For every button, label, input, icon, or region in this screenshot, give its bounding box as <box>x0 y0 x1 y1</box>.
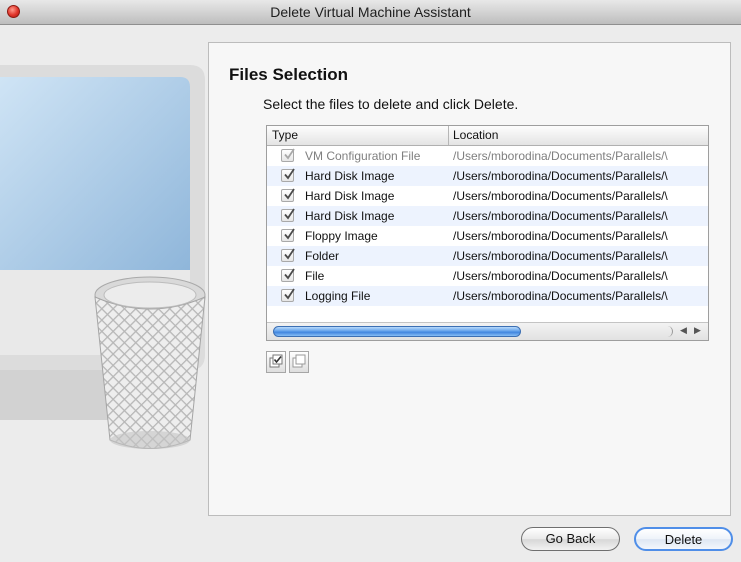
scrollbar-track-end <box>662 326 673 337</box>
row-checkbox <box>281 148 295 162</box>
cell-type: Hard Disk Image <box>305 169 395 183</box>
table-header: Type Location <box>267 126 708 146</box>
checkmark-icon <box>284 288 295 300</box>
title-bar[interactable]: Delete Virtual Machine Assistant <box>0 0 741 25</box>
cell-type: Logging File <box>305 289 371 303</box>
row-checkbox[interactable] <box>281 188 295 202</box>
cell-type: Folder <box>305 249 340 263</box>
cell-type: File <box>305 269 325 283</box>
deselect-all-icon <box>292 354 306 368</box>
checkmark-icon <box>284 248 295 260</box>
checkmark-icon <box>284 188 295 200</box>
row-checkbox[interactable] <box>281 208 295 222</box>
scroll-left-arrow-icon[interactable]: ◀ <box>680 325 687 336</box>
column-divider[interactable] <box>448 126 449 145</box>
cell-location: /Users/mborodina/Documents/Parallels/\ <box>453 249 668 263</box>
table-body: VM Configuration File/Users/mborodina/Do… <box>267 146 708 306</box>
scroll-right-arrow-icon[interactable]: ▶ <box>694 325 701 336</box>
checkmark-icon <box>284 228 295 240</box>
page-title: Files Selection <box>229 65 349 84</box>
row-checkbox[interactable] <box>281 288 295 302</box>
cell-location: /Users/mborodina/Documents/Parallels/\ <box>453 269 668 283</box>
row-checkbox[interactable] <box>281 168 295 182</box>
scrollbar-thumb[interactable] <box>273 326 521 337</box>
column-header-type[interactable]: Type <box>272 128 298 142</box>
delete-button[interactable]: Delete <box>634 527 733 551</box>
deselect-all-button[interactable] <box>289 351 309 373</box>
table-row[interactable]: Logging File/Users/mborodina/Documents/P… <box>267 286 708 306</box>
cell-type: VM Configuration File <box>305 149 421 163</box>
table-row[interactable]: Hard Disk Image/Users/mborodina/Document… <box>267 206 708 226</box>
assistant-window: Delete Virtual Machine Assistant Files S… <box>0 0 741 562</box>
cell-location: /Users/mborodina/Documents/Parallels/\ <box>453 169 668 183</box>
table-row[interactable]: File/Users/mborodina/Documents/Parallels… <box>267 266 708 286</box>
cell-type: Floppy Image <box>305 229 378 243</box>
column-header-location[interactable]: Location <box>453 128 498 142</box>
checkmark-icon <box>284 148 295 160</box>
table-row[interactable]: Hard Disk Image/Users/mborodina/Document… <box>267 186 708 206</box>
files-table[interactable]: Type Location VM Configuration File/User… <box>266 125 709 341</box>
table-row[interactable]: Floppy Image/Users/mborodina/Documents/P… <box>267 226 708 246</box>
content-panel: Files Selection Select the files to dele… <box>208 42 731 516</box>
table-row[interactable]: Folder/Users/mborodina/Documents/Paralle… <box>267 246 708 266</box>
cell-type: Hard Disk Image <box>305 209 395 223</box>
cell-location: /Users/mborodina/Documents/Parallels/\ <box>453 209 668 223</box>
row-checkbox[interactable] <box>281 268 295 282</box>
cell-type: Hard Disk Image <box>305 189 395 203</box>
page-description: Select the files to delete and click Del… <box>263 96 519 112</box>
checkmark-icon <box>284 168 295 180</box>
cell-location: /Users/mborodina/Documents/Parallels/\ <box>453 289 668 303</box>
trash-computer-illustration <box>0 65 206 449</box>
cell-location: /Users/mborodina/Documents/Parallels/\ <box>453 189 668 203</box>
row-checkbox[interactable] <box>281 248 295 262</box>
table-row[interactable]: Hard Disk Image/Users/mborodina/Document… <box>267 166 708 186</box>
checkmark-icon <box>284 268 295 280</box>
table-row[interactable]: VM Configuration File/Users/mborodina/Do… <box>267 146 708 166</box>
go-back-button[interactable]: Go Back <box>521 527 620 551</box>
checkmark-icon <box>284 208 295 220</box>
cell-location: /Users/mborodina/Documents/Parallels/\ <box>453 229 668 243</box>
window-title: Delete Virtual Machine Assistant <box>270 4 471 20</box>
select-all-icon <box>269 354 283 368</box>
cell-location: /Users/mborodina/Documents/Parallels/\ <box>453 149 668 163</box>
horizontal-scrollbar[interactable]: ◀ ▶ <box>267 322 708 340</box>
select-all-button[interactable] <box>266 351 286 373</box>
row-checkbox[interactable] <box>281 228 295 242</box>
